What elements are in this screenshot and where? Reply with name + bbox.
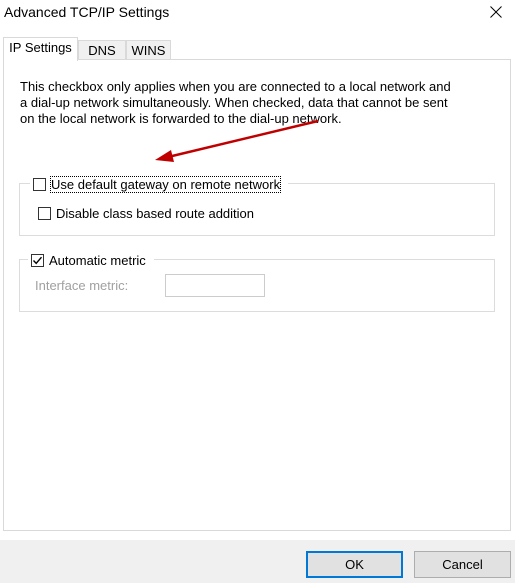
close-button[interactable] bbox=[476, 0, 515, 26]
button-bar: OK Cancel bbox=[0, 540, 515, 583]
close-icon bbox=[490, 6, 502, 18]
disable-class-route-label: Disable class based route addition bbox=[56, 205, 255, 221]
use-default-gateway-label: Use default gateway on remote network bbox=[49, 175, 282, 193]
disable-class-route-row[interactable]: Disable class based route addition bbox=[38, 205, 255, 221]
interface-metric-label: Interface metric: bbox=[35, 278, 129, 293]
tab-wins[interactable]: WINS bbox=[126, 40, 171, 60]
tab-wins-label: WINS bbox=[131, 43, 166, 58]
checkmark-icon bbox=[32, 256, 43, 264]
use-default-gateway-row[interactable]: Use default gateway on remote network bbox=[30, 175, 289, 193]
description-text: This checkbox only applies when you are … bbox=[20, 79, 451, 126]
window-title: Advanced TCP/IP Settings bbox=[4, 4, 170, 20]
tab-dns-label: DNS bbox=[88, 43, 116, 58]
use-default-gateway-checkbox[interactable] bbox=[33, 177, 46, 191]
ok-button[interactable]: OK bbox=[306, 551, 403, 578]
tab-ip-settings[interactable]: IP Settings bbox=[3, 37, 78, 61]
disable-class-route-checkbox[interactable] bbox=[38, 206, 51, 220]
tab-dns[interactable]: DNS bbox=[78, 40, 126, 60]
advanced-tcpip-dialog: Advanced TCP/IP Settings IP Settings DNS… bbox=[0, 0, 515, 583]
title-bar: Advanced TCP/IP Settings bbox=[0, 0, 515, 28]
tab-ip-settings-label: IP Settings bbox=[9, 40, 72, 55]
interface-metric-input[interactable] bbox=[165, 274, 265, 297]
cancel-button[interactable]: Cancel bbox=[414, 551, 511, 578]
automatic-metric-checkbox[interactable] bbox=[31, 253, 44, 267]
automatic-metric-label: Automatic metric bbox=[49, 252, 146, 268]
automatic-metric-row[interactable]: Automatic metric bbox=[28, 252, 154, 268]
